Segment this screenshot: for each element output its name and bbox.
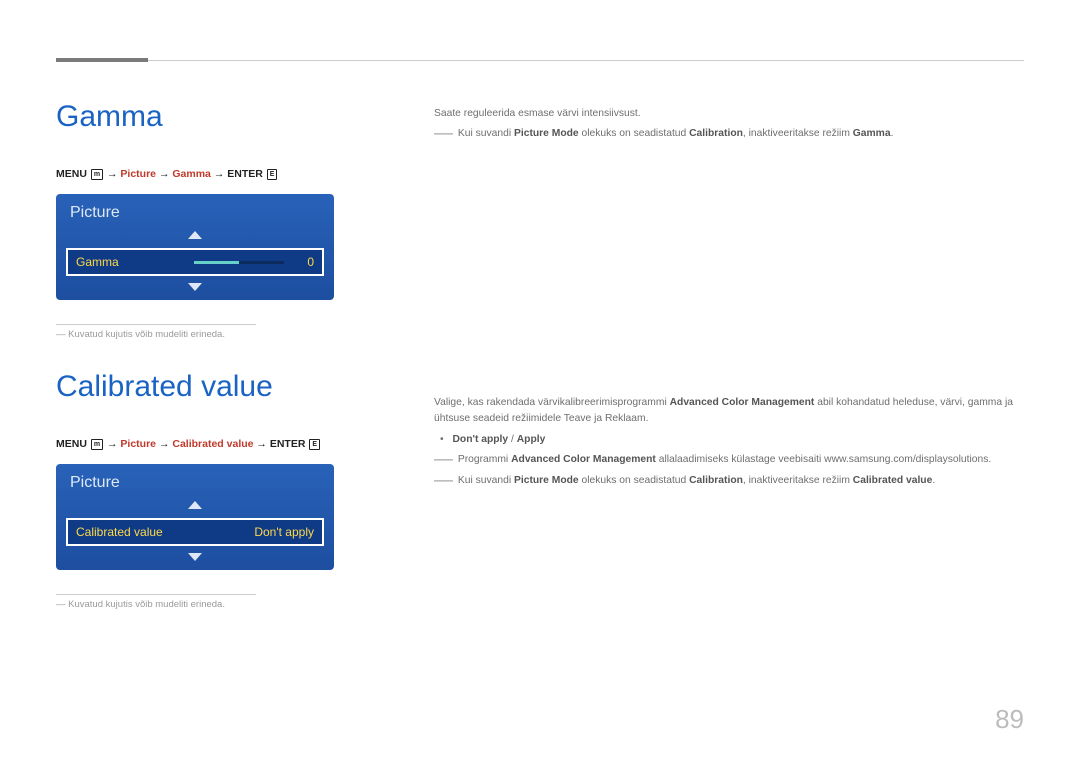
t: . bbox=[932, 475, 935, 486]
calibrated-osd-row[interactable]: Calibrated value Don't apply bbox=[66, 518, 324, 546]
slider-fill bbox=[194, 261, 239, 264]
t: , inaktiveeritakse režiim bbox=[743, 128, 853, 139]
calibrated-menu-path: MENU m → Picture → Calibrated value → EN… bbox=[56, 438, 394, 450]
t: , inaktiveeritakse režiim bbox=[743, 475, 853, 486]
gamma-title: Gamma bbox=[56, 100, 394, 134]
t: olekuks on seadistatud bbox=[579, 128, 689, 139]
osd-panel-title: Picture bbox=[56, 194, 334, 230]
osd-item-label: Gamma bbox=[76, 255, 186, 269]
enter-label: ENTER bbox=[227, 168, 263, 180]
enter-label: ENTER bbox=[270, 438, 306, 450]
top-rule-accent bbox=[56, 58, 148, 62]
top-rule bbox=[56, 60, 1024, 61]
option-apply: Apply bbox=[517, 434, 546, 445]
t: Gamma bbox=[853, 128, 891, 139]
arrow: → bbox=[107, 168, 120, 180]
menu-label: MENU bbox=[56, 168, 87, 180]
caption-text: Kuvatud kujutis võib mudeliti erineda. bbox=[68, 329, 225, 340]
t: Calibration bbox=[689, 475, 743, 486]
dash-icon: ― bbox=[434, 449, 455, 470]
calibrated-note2: ― Kui suvandi Picture Mode olekuks on se… bbox=[434, 473, 1024, 489]
osd-item-value: Don't apply bbox=[254, 525, 314, 539]
gamma-osd-row[interactable]: Gamma 0 bbox=[66, 248, 324, 276]
calibrated-title: Calibrated value bbox=[56, 370, 394, 404]
arrow: → bbox=[254, 438, 270, 450]
arrow: → bbox=[107, 438, 120, 450]
osd-panel-title: Picture bbox=[56, 464, 334, 500]
gamma-section: Gamma MENU m → Picture → Gamma → ENTER E… bbox=[56, 100, 394, 340]
arrow: → bbox=[156, 168, 172, 180]
page-number: 89 bbox=[995, 704, 1024, 735]
breadcrumb-calibrated: Calibrated value bbox=[172, 438, 253, 450]
menu-label: MENU bbox=[56, 438, 87, 450]
t: Programmi bbox=[458, 454, 511, 465]
enter-icon: E bbox=[309, 439, 320, 450]
chevron-down-icon[interactable] bbox=[56, 280, 334, 294]
caption-prefix: ― bbox=[56, 599, 68, 610]
calibrated-osd-panel: Picture Calibrated value Don't apply bbox=[56, 464, 334, 570]
t: Calibration bbox=[689, 128, 743, 139]
t: Picture Mode bbox=[514, 128, 579, 139]
t: Advanced Color Management bbox=[511, 454, 656, 465]
t: allalaadimiseks külastage veebisaiti www… bbox=[656, 454, 991, 465]
t: . bbox=[891, 128, 894, 139]
dash-icon: ― bbox=[434, 123, 455, 144]
calibrated-section: Calibrated value MENU m → Picture → Cali… bbox=[56, 370, 394, 610]
t: Advanced Color Management bbox=[670, 397, 815, 408]
t: Kui suvandi bbox=[458, 475, 514, 486]
menu-icon: m bbox=[91, 169, 103, 180]
dash-icon: ― bbox=[434, 470, 455, 491]
enter-icon: E bbox=[267, 169, 278, 180]
gamma-slider[interactable] bbox=[194, 261, 284, 264]
t: Calibrated value bbox=[853, 475, 933, 486]
breadcrumb-picture: Picture bbox=[120, 438, 156, 450]
calibrated-note1: ― Programmi Advanced Color Management al… bbox=[434, 452, 1024, 468]
breadcrumb-gamma: Gamma bbox=[172, 168, 211, 180]
calibrated-options: Don't apply / Apply bbox=[434, 432, 1024, 448]
osd-item-label: Calibrated value bbox=[76, 525, 186, 539]
option-dont-apply: Don't apply bbox=[452, 434, 508, 445]
arrow: → bbox=[156, 438, 172, 450]
divider bbox=[56, 594, 256, 595]
gamma-description: Saate reguleerida esmase värvi intensiiv… bbox=[434, 106, 1024, 143]
chevron-up-icon[interactable] bbox=[56, 230, 334, 244]
gamma-desc-line2: ― Kui suvandi Picture Mode olekuks on se… bbox=[434, 126, 1024, 142]
t: olekuks on seadistatud bbox=[579, 475, 689, 486]
osd-item-value: 0 bbox=[292, 255, 314, 269]
caption-text: Kuvatud kujutis võib mudeliti erineda. bbox=[68, 599, 225, 610]
t: Valige, kas rakendada värvikalibreerimis… bbox=[434, 397, 670, 408]
caption-prefix: ― bbox=[56, 329, 68, 340]
calibrated-description: Valige, kas rakendada värvikalibreerimis… bbox=[434, 395, 1024, 489]
calibrated-caption: ― Kuvatud kujutis võib mudeliti erineda. bbox=[56, 599, 394, 610]
gamma-osd-panel: Picture Gamma 0 bbox=[56, 194, 334, 300]
t: / bbox=[508, 434, 517, 445]
gamma-menu-path: MENU m → Picture → Gamma → ENTER E bbox=[56, 168, 394, 180]
gamma-desc-line1: Saate reguleerida esmase värvi intensiiv… bbox=[434, 106, 1024, 122]
menu-icon: m bbox=[91, 439, 103, 450]
chevron-up-icon[interactable] bbox=[56, 500, 334, 514]
calibrated-desc-line1: Valige, kas rakendada värvikalibreerimis… bbox=[434, 395, 1024, 428]
gamma-caption: ― Kuvatud kujutis võib mudeliti erineda. bbox=[56, 329, 394, 340]
t: Kui suvandi bbox=[458, 128, 514, 139]
divider bbox=[56, 324, 256, 325]
arrow: → bbox=[211, 168, 227, 180]
t: Picture Mode bbox=[514, 475, 579, 486]
breadcrumb-picture: Picture bbox=[120, 168, 156, 180]
chevron-down-icon[interactable] bbox=[56, 550, 334, 564]
